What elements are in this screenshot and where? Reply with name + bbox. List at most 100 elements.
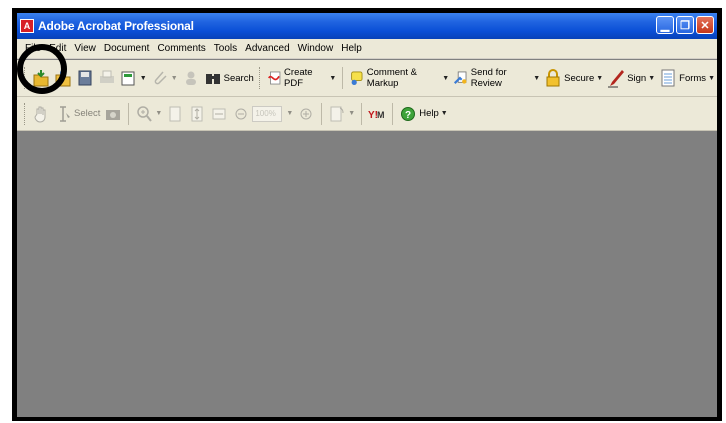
send-review-icon: [454, 71, 467, 84]
zoom-dropdown[interactable]: ▼: [284, 110, 293, 117]
yahoo-toolbar-button[interactable]: Y! M: [368, 104, 386, 124]
chevron-down-icon: ▼: [286, 110, 294, 117]
save-icon: [78, 70, 92, 86]
minus-circle-icon: [235, 108, 247, 119]
toolbar-separator: [321, 102, 323, 125]
zoom-in-button[interactable]: [297, 104, 315, 124]
yahoo-logo-icon: Y! M: [368, 110, 385, 121]
plus-circle-icon: [300, 108, 312, 119]
search-button[interactable]: Search: [204, 68, 254, 88]
chevron-down-icon: ▼: [533, 74, 541, 82]
chevron-down-icon: ▼: [440, 110, 448, 117]
help-label: Help: [419, 108, 439, 119]
toolbar-grip[interactable]: [24, 102, 27, 125]
chevron-down-icon: ▼: [139, 74, 147, 82]
people-icon: [185, 71, 196, 85]
title-bar[interactable]: A Adobe Acrobat Professional ▁ ❐ ✕: [17, 13, 717, 39]
chevron-down-icon: ▼: [648, 74, 656, 82]
menu-help[interactable]: Help: [337, 43, 366, 54]
svg-text:?: ?: [405, 110, 411, 121]
chevron-down-icon: ▼: [329, 74, 337, 82]
select-tool-button[interactable]: Select: [54, 104, 100, 124]
rotate-page-icon: [330, 106, 344, 121]
comment-icon: [351, 71, 363, 85]
window-title: Adobe Acrobat Professional: [38, 19, 194, 33]
secure-label: Secure: [564, 72, 595, 84]
chevron-down-icon: ▼: [348, 110, 356, 117]
email-icon: [121, 71, 135, 86]
printer-icon: [99, 70, 114, 83]
menu-advanced[interactable]: Advanced: [241, 43, 293, 54]
pen-icon: [608, 70, 625, 88]
search-label: Search: [223, 72, 254, 84]
menu-bar: File Edit View Document Comments Tools A…: [17, 39, 717, 59]
fit-width-button[interactable]: [210, 104, 228, 124]
chevron-down-icon: ▼: [596, 74, 604, 82]
page-icon: [169, 106, 181, 121]
share-button[interactable]: [182, 68, 200, 88]
select-label: Select: [74, 108, 101, 119]
actual-size-button[interactable]: [166, 104, 184, 124]
print-button[interactable]: [98, 68, 116, 88]
forms-icon: [661, 69, 675, 87]
secure-button[interactable]: Secure ▼: [544, 68, 603, 88]
comment-markup-button[interactable]: Comment & Markup ▼: [349, 67, 449, 89]
chevron-down-icon: ▼: [170, 74, 178, 82]
chevron-down-icon: ▼: [442, 74, 450, 82]
zoom-level-field[interactable]: 100%: [252, 105, 283, 122]
minimize-icon[interactable]: ▁: [656, 16, 674, 34]
menu-view[interactable]: View: [70, 43, 100, 54]
toolbar-separator: [128, 102, 130, 125]
forms-label: Forms: [679, 72, 707, 84]
paperclip-icon: [154, 71, 167, 85]
window-controls: ▁ ❐ ✕: [656, 16, 714, 34]
file-menu-highlight-circle: [17, 44, 67, 94]
svg-text:M: M: [377, 110, 385, 120]
camera-icon: [106, 109, 121, 120]
document-area[interactable]: [17, 131, 717, 417]
fit-page-button[interactable]: [188, 104, 206, 124]
menu-window[interactable]: Window: [294, 43, 338, 54]
forms-button[interactable]: Forms ▼: [659, 68, 715, 88]
hand-icon: [34, 106, 46, 123]
snapshot-button[interactable]: [104, 104, 122, 124]
create-pdf-button[interactable]: Create PDF ▼: [267, 67, 337, 89]
help-button[interactable]: ? Help ▼: [399, 104, 448, 124]
navigation-toolbar: Select ▼ 100% ▼ ▼ Y! M ? Help ▼: [17, 97, 717, 131]
restore-icon[interactable]: ❐: [676, 16, 694, 34]
sign-button[interactable]: Sign ▼: [607, 68, 655, 88]
attach-button[interactable]: ▼: [151, 68, 178, 88]
menu-tools[interactable]: Tools: [210, 43, 241, 54]
sign-label: Sign: [627, 72, 647, 84]
fit-page-icon: [191, 106, 203, 121]
toolbar-separator: [392, 102, 394, 125]
comment-markup-label: Comment & Markup: [366, 67, 417, 89]
chevron-down-icon: ▼: [708, 74, 715, 82]
toolbar-separator: [342, 67, 344, 89]
help-icon: ?: [401, 106, 416, 121]
file-toolbar: ▼ ▼ Search Create PDF ▼ Comment & Markup…: [17, 60, 717, 97]
magnifier-icon: [137, 105, 153, 122]
text-cursor-icon: [60, 105, 70, 122]
zoom-out-button[interactable]: [232, 104, 250, 124]
binoculars-icon: [205, 74, 220, 84]
save-button[interactable]: [76, 68, 94, 88]
send-for-review-button[interactable]: Send for Review ▼: [453, 67, 540, 89]
send-for-review-label: Send for Review: [470, 67, 507, 89]
fit-width-icon: [212, 108, 226, 119]
hand-tool-button[interactable]: [32, 104, 50, 124]
zoom-in-tool-button[interactable]: ▼: [135, 104, 162, 124]
chevron-down-icon: ▼: [155, 110, 163, 117]
toolbar-separator: [361, 102, 363, 125]
create-pdf-label: Create PDF: [284, 67, 313, 89]
acrobat-window: A Adobe Acrobat Professional ▁ ❐ ✕ File …: [17, 13, 717, 417]
close-icon[interactable]: ✕: [696, 16, 714, 34]
acrobat-logo-icon: A: [20, 19, 34, 33]
menu-comments[interactable]: Comments: [153, 43, 209, 54]
create-pdf-icon: [267, 71, 280, 85]
lock-icon: [546, 69, 560, 87]
toolbar-grip[interactable]: [258, 67, 262, 89]
email-button[interactable]: ▼: [120, 68, 147, 88]
menu-document[interactable]: Document: [100, 43, 154, 54]
rotate-button[interactable]: ▼: [328, 104, 355, 124]
